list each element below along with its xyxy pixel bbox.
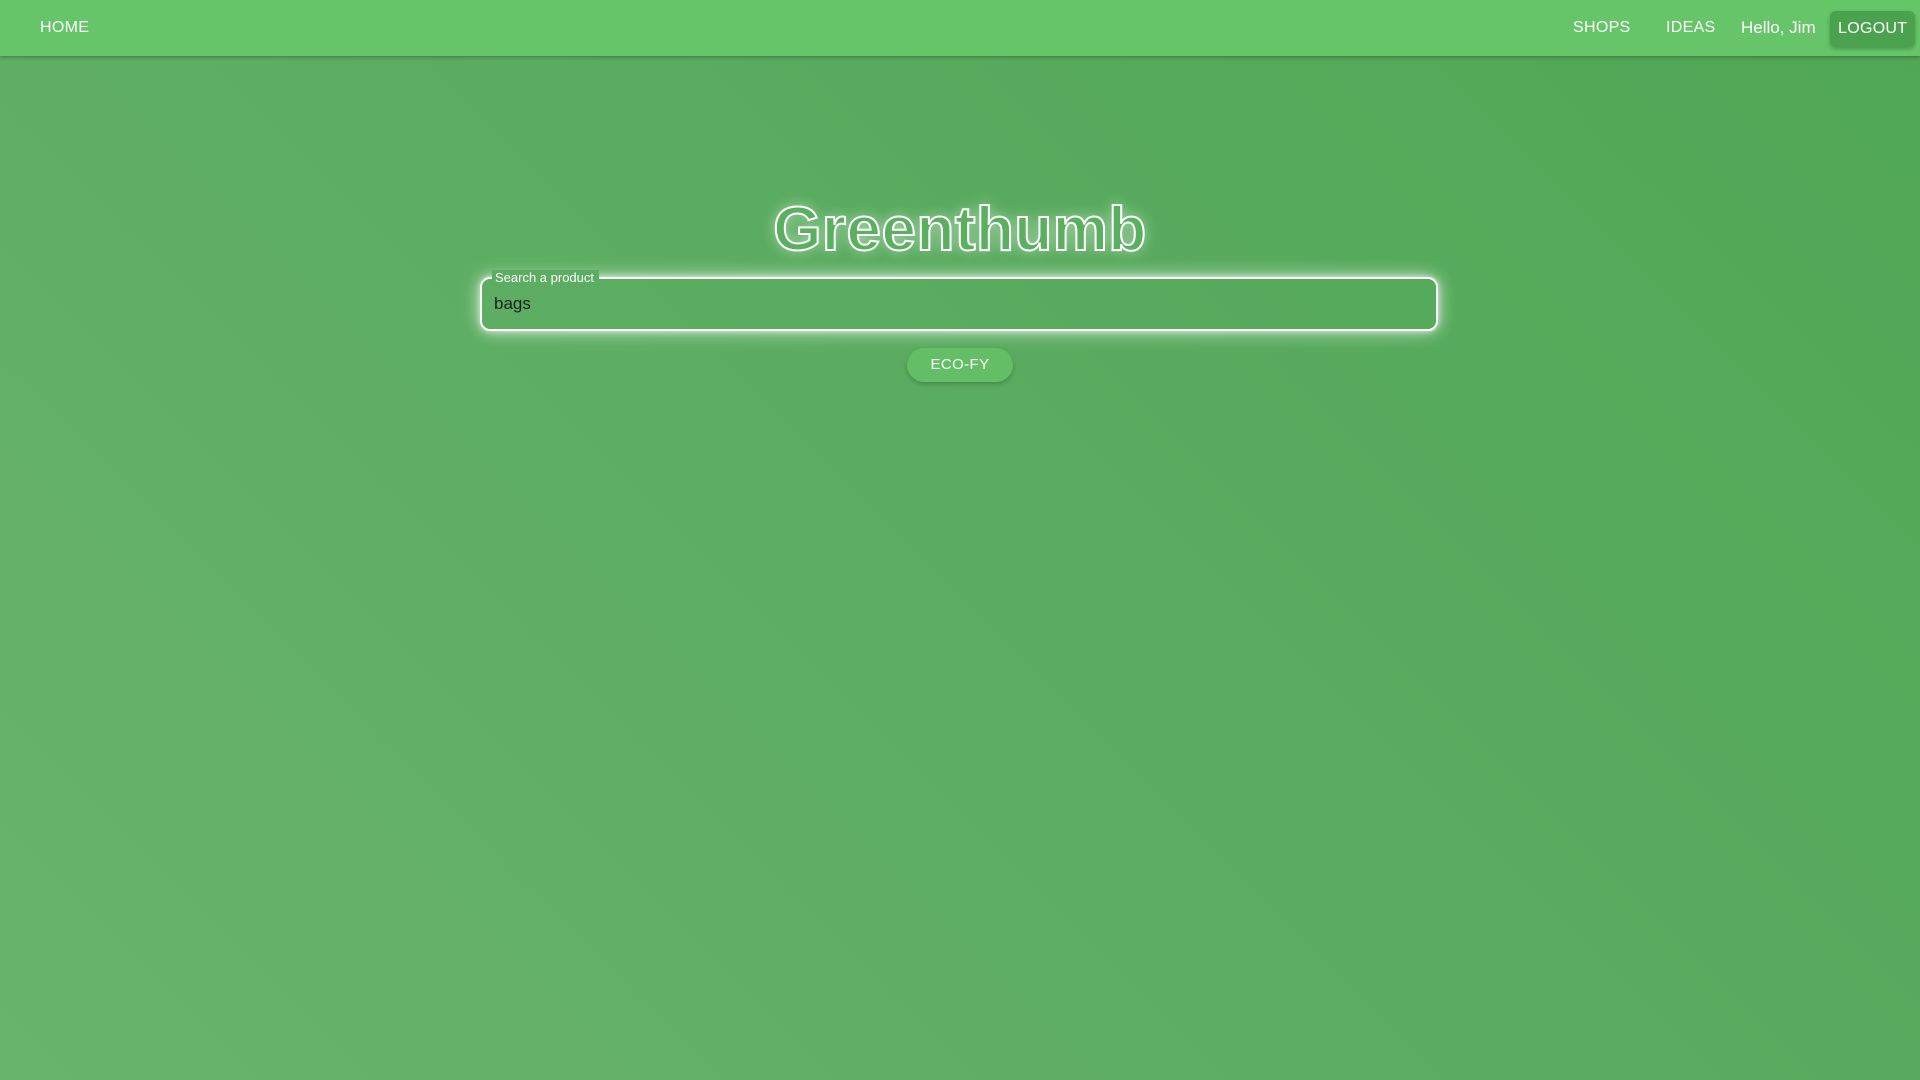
home-nav-button[interactable]: HOME: [28, 10, 101, 46]
ideas-nav-button[interactable]: IDEAS: [1654, 10, 1728, 46]
user-greeting: Hello, Jim: [1741, 18, 1816, 37]
eco-fy-button[interactable]: ECO-FY: [907, 348, 1013, 382]
logout-button[interactable]: LOGOUT: [1830, 11, 1916, 47]
app-logo-title: Greenthumb: [772, 194, 1147, 265]
search-input[interactable]: [494, 291, 1414, 317]
shops-nav-button[interactable]: SHOPS: [1561, 10, 1643, 46]
top-navbar: HOME SHOPS IDEAS Hello, Jim LOGOUT: [0, 0, 1920, 56]
product-search-field[interactable]: Search a product: [480, 270, 1438, 331]
search-field-label: Search a product: [492, 270, 600, 286]
